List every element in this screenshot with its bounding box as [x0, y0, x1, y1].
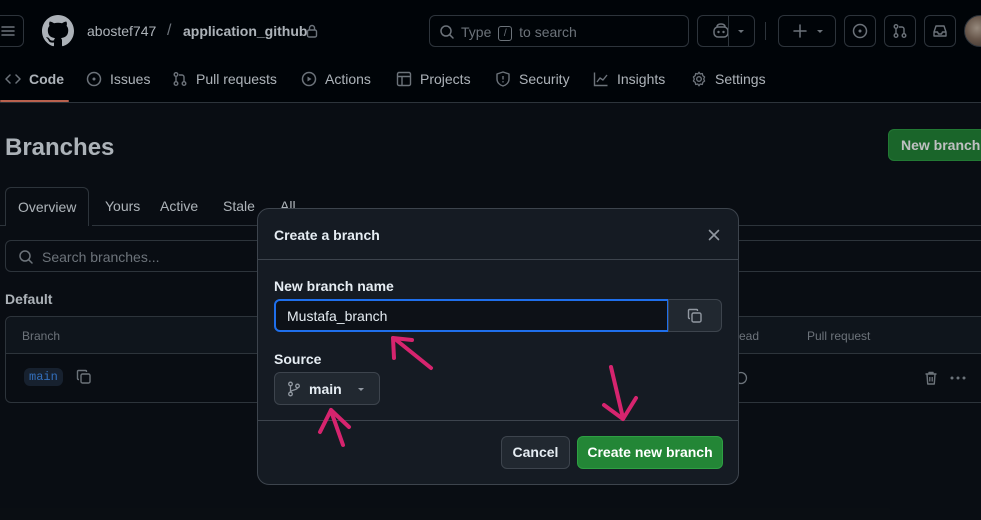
git-branch-icon: [288, 381, 300, 396]
dialog-title: Create a branch: [274, 227, 380, 243]
cancel-button[interactable]: Cancel: [501, 436, 570, 469]
dialog-divider-top: [258, 259, 738, 260]
branch-name-input[interactable]: [274, 299, 669, 332]
create-branch-dialog: Create a branch New branch name Source m…: [257, 208, 739, 485]
close-icon: [708, 229, 720, 241]
copy-icon: [687, 308, 702, 323]
source-label: Source: [274, 351, 322, 367]
dialog-divider-bottom: [258, 420, 738, 421]
close-button[interactable]: [701, 222, 727, 248]
source-branch-value: main: [309, 380, 342, 397]
create-new-branch-button[interactable]: Create new branch: [577, 436, 723, 469]
branch-name-label: New branch name: [274, 278, 394, 294]
source-branch-select[interactable]: main: [274, 372, 380, 405]
triangle-down-icon: [357, 387, 364, 391]
copy-branch-name-button[interactable]: [668, 299, 722, 332]
